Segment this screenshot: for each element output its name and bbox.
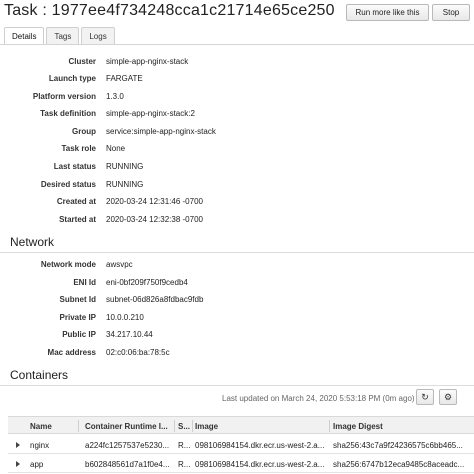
container-image-digest: sha256:43c7a9f24236575c6bb465... [333,441,463,450]
column-separator [192,420,193,432]
section-divider [0,385,474,386]
section-divider [0,252,474,253]
detail-cluster: Cluster simple-app-nginx-stack [0,54,474,70]
task-header: Task : 1977ee4f734248cca1c21714e65ce250 … [0,0,474,26]
last-updated-text: Last updated on March 24, 2020 5:53:18 P… [222,394,415,403]
status-running: RUNNING [106,162,144,171]
detail-last-status: Last status RUNNING [0,159,474,175]
tab-divider [0,44,474,45]
field-label: Public IP [62,330,96,339]
network-mac-address: Mac address 02:c0:06:ba:78:5c [0,345,474,361]
column-separator [329,420,330,432]
containers-table-header: Name Container Runtime I... S... Image I… [8,416,474,434]
refresh-icon: ↻ [421,391,429,402]
network-eni-id: ENI Id eni-0bf209f750f9cedb4 [0,275,474,291]
tab-details[interactable]: Details [4,27,45,45]
page-title: Task : 1977ee4f734248cca1c21714e65ce250 [4,2,335,19]
task-definition-link[interactable]: simple-app-nginx-stack:2 [106,109,195,118]
table-row[interactable]: nginx a224fc1257537e5230... R... 0981069… [8,436,474,454]
field-label: Last status [53,162,96,171]
network-mode: Network mode awsvpc [0,257,474,273]
field-value: awsvpc [106,260,133,269]
field-value: 02:c0:06:ba:78:5c [106,348,170,357]
detail-task-role: Task role None [0,141,474,157]
field-value: 2020-03-24 12:32:38 -0700 [106,215,203,224]
field-value: FARGATE [106,74,143,83]
column-header-name[interactable]: Name [30,422,80,431]
network-private-ip: Private IP 10.0.0.210 [0,310,474,326]
stop-button[interactable]: Stop [432,4,470,21]
column-header-image-digest[interactable]: Image Digest [333,422,473,431]
detail-group: Group service:simple-app-nginx-stack [0,124,474,140]
field-label: Created at [56,197,96,206]
field-label: Cluster [68,57,96,66]
field-value: 10.0.0.210 [106,313,144,322]
container-status: R... [178,460,191,469]
field-value: 2020-03-24 12:31:46 -0700 [106,197,203,206]
settings-button[interactable]: ⚙ [439,389,457,405]
field-value: 1.3.0 [106,92,124,101]
field-value: service:simple-app-nginx-stack [106,127,216,136]
field-label: Mac address [47,348,96,357]
container-name: app [30,460,44,469]
tab-tags[interactable]: Tags [46,27,80,44]
network-heading: Network [10,235,55,249]
detail-task-definition: Task definition simple-app-nginx-stack:2 [0,106,474,122]
detail-platform-version: Platform version 1.3.0 [0,89,474,105]
network-public-ip: Public IP 34.217.10.44 [0,327,474,343]
field-value: 34.217.10.44 [106,330,153,339]
container-name: nginx [30,441,50,450]
container-image: 098106984154.dkr.ecr.us-west-2.a... [195,460,325,469]
runtime-id-link[interactable]: b602848561d7a1f0e4... [85,460,173,469]
field-label: Group [72,127,96,136]
field-value: RUNNING [106,180,144,189]
runtime-id-link[interactable]: a224fc1257537e5230... [85,441,173,450]
table-row[interactable]: app b602848561d7a1f0e4... R... 098106984… [8,455,474,473]
field-label: ENI Id [73,278,96,287]
field-label: Started at [59,215,96,224]
eni-link[interactable]: eni-0bf209f750f9cedb4 [106,278,188,287]
field-label: Subnet Id [59,295,96,304]
field-label: Private IP [59,313,96,322]
detail-desired-status: Desired status RUNNING [0,177,474,193]
network-subnet-id: Subnet Id subnet-06d826a8fdbac9fdb [0,292,474,308]
gear-icon: ⚙ [443,391,453,402]
field-label: Task definition [40,109,96,118]
container-image: 098106984154.dkr.ecr.us-west-2.a... [195,441,325,450]
field-label: Network mode [40,260,96,269]
expand-caret-icon[interactable] [16,461,20,467]
field-label: Platform version [32,92,96,101]
field-label: Task role [61,144,96,153]
tab-bar: Details Tags Logs [4,27,117,45]
containers-heading: Containers [10,368,69,382]
detail-launch-type: Launch type FARGATE [0,71,474,87]
column-separator [174,420,175,432]
column-header-image[interactable]: Image [195,422,331,431]
detail-created-at: Created at 2020-03-24 12:31:46 -0700 [0,194,474,210]
expand-caret-icon[interactable] [16,442,20,448]
column-header-runtime-id[interactable]: Container Runtime I... [85,422,173,431]
column-separator [78,420,79,432]
field-label: Desired status [40,180,96,189]
cluster-link[interactable]: simple-app-nginx-stack [106,57,188,66]
tab-logs[interactable]: Logs [81,27,115,44]
container-image-digest: sha256:6747b12eca9485c8aceadc... [333,460,465,469]
container-status: R... [178,441,191,450]
field-value: subnet-06d826a8fdbac9fdb [106,295,204,304]
field-label: Launch type [48,74,96,83]
refresh-button[interactable]: ↻ [416,389,434,405]
detail-started-at: Started at 2020-03-24 12:32:38 -0700 [0,212,474,228]
field-value: None [106,144,126,153]
run-more-button[interactable]: Run more like this [346,4,429,21]
